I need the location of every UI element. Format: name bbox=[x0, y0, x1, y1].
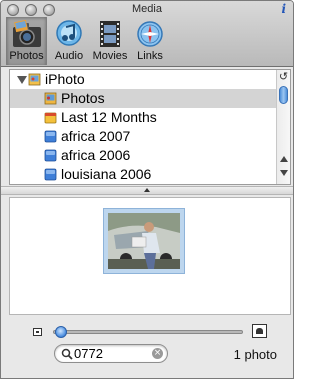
source-item-label: iPhoto bbox=[45, 71, 85, 87]
source-item-label: africa 2006 bbox=[61, 147, 131, 163]
source-list: iPhoto Photos Last 12 Months africa 2007 bbox=[9, 69, 291, 185]
divider-grip-icon[interactable] bbox=[144, 188, 150, 192]
photo-thumbnail[interactable] bbox=[103, 208, 185, 274]
photos-library-icon bbox=[44, 92, 57, 105]
search-field[interactable]: × bbox=[54, 344, 168, 363]
album-icon bbox=[44, 130, 57, 143]
tab-photos[interactable]: Photos bbox=[6, 17, 47, 65]
photo-browser bbox=[9, 197, 291, 315]
media-browser-window: Media i Photos Audio Movies Links iPhoto… bbox=[0, 0, 294, 379]
thumbnail-size-slider-knob[interactable] bbox=[54, 326, 67, 338]
iphoto-icon bbox=[28, 73, 41, 86]
search-icon bbox=[61, 348, 73, 360]
photos-icon bbox=[12, 19, 41, 47]
scrollbar-thumb[interactable] bbox=[279, 86, 288, 104]
source-item-louisiana-2006[interactable]: louisiana 2006 bbox=[10, 165, 276, 184]
source-item-africa-2006[interactable]: africa 2006 bbox=[10, 146, 276, 165]
photo-thumbnail-image bbox=[108, 213, 180, 269]
source-item-label: africa 2007 bbox=[61, 128, 131, 144]
tab-photos-label: Photos bbox=[9, 50, 44, 62]
bottom-bar: × 1 photo bbox=[1, 317, 293, 378]
tab-links[interactable]: Links bbox=[133, 17, 167, 65]
tab-audio[interactable]: Audio bbox=[51, 17, 87, 65]
scroll-down-arrow-icon[interactable] bbox=[280, 170, 288, 176]
tab-movies[interactable]: Movies bbox=[91, 17, 129, 65]
source-list-scrollbar[interactable]: ↺ bbox=[276, 70, 290, 184]
tab-audio-label: Audio bbox=[54, 50, 84, 62]
tab-links-label: Links bbox=[137, 50, 163, 62]
links-icon bbox=[137, 21, 163, 47]
small-thumbnail-size-icon[interactable] bbox=[33, 328, 42, 336]
scroll-up-arrow-icon[interactable] bbox=[280, 156, 288, 162]
disclosure-triangle-icon[interactable] bbox=[17, 76, 27, 84]
thumbnail-size-slider[interactable] bbox=[53, 330, 243, 334]
info-button[interactable]: i bbox=[281, 2, 286, 16]
source-item-label: Last 12 Months bbox=[61, 109, 157, 125]
album-icon bbox=[44, 149, 57, 162]
search-input[interactable] bbox=[74, 346, 152, 361]
refresh-icon[interactable]: ↺ bbox=[277, 70, 290, 84]
smart-album-icon bbox=[44, 112, 57, 124]
source-item-photos[interactable]: Photos bbox=[10, 89, 276, 108]
audio-icon bbox=[56, 20, 82, 46]
tab-movies-label: Movies bbox=[92, 50, 128, 62]
large-thumbnail-size-icon[interactable] bbox=[252, 324, 267, 338]
window-title: Media bbox=[132, 3, 162, 15]
clear-search-icon[interactable]: × bbox=[152, 348, 163, 359]
source-item-last-12-months[interactable]: Last 12 Months bbox=[10, 108, 276, 127]
source-item-label: louisiana 2006 bbox=[61, 166, 152, 182]
source-item-label: Photos bbox=[61, 90, 105, 106]
album-icon bbox=[44, 168, 57, 181]
photo-count: 1 photo bbox=[233, 347, 277, 362]
source-item-iphoto[interactable]: iPhoto bbox=[10, 70, 276, 89]
movies-icon bbox=[100, 21, 120, 47]
split-view-divider[interactable] bbox=[1, 186, 293, 195]
source-item-africa-2007[interactable]: africa 2007 bbox=[10, 127, 276, 146]
title-toolbar: Media i Photos Audio Movies Links bbox=[1, 1, 293, 67]
